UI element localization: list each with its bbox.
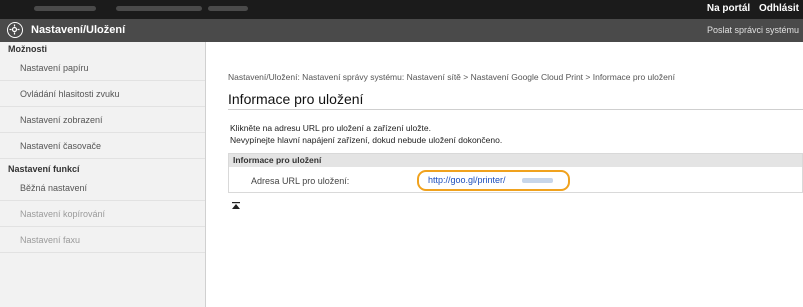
top-bar: Na portál Odhlásit [0, 0, 803, 19]
sidebar-item-common-settings[interactable]: Běžná nastavení [0, 175, 205, 201]
sidebar-item-paper-settings[interactable]: Nastavení papíru [0, 55, 205, 81]
page-title: Informace pro uložení [228, 91, 364, 107]
sidebar-item-volume-control[interactable]: Ovládání hlasitosti zvuku [0, 81, 205, 107]
title-divider [228, 109, 803, 110]
registration-url-link[interactable]: http://goo.gl/printer/ [428, 175, 506, 185]
redacted-text [34, 6, 96, 11]
main-content: Nastavení/Uložení: Nastavení správy syst… [206, 42, 803, 307]
sidebar-item-timer-settings[interactable]: Nastavení časovače [0, 133, 205, 159]
mail-admin-link[interactable]: Poslat správci systému [707, 25, 799, 35]
panel-header: Informace pro uložení [229, 154, 802, 167]
back-to-top-icon[interactable] [232, 202, 240, 210]
sidebar-item-display-settings[interactable]: Nastavení zobrazení [0, 107, 205, 133]
sidebar: Možnosti Nastavení papíru Ovládání hlasi… [0, 42, 206, 307]
instruction-line: Nevypínejte hlavní napájení zařízení, do… [230, 135, 503, 145]
registration-info-panel: Informace pro uložení Adresa URL pro ulo… [228, 153, 803, 193]
app-title: Nastavení/Uložení [31, 24, 126, 36]
sidebar-group-options: Možnosti [8, 44, 47, 54]
url-highlight: http://goo.gl/printer/ [417, 170, 570, 191]
title-bar: Nastavení/Uložení Poslat správci systému [0, 19, 803, 42]
top-links: Na portál Odhlásit [701, 3, 799, 14]
settings-gear-icon [7, 22, 23, 38]
url-label: Adresa URL pro uložení: [251, 176, 350, 186]
portal-link[interactable]: Na portál [707, 3, 750, 14]
logout-link[interactable]: Odhlásit [759, 3, 799, 14]
redacted-url-suffix [522, 178, 553, 183]
sidebar-item-copy-settings[interactable]: Nastavení kopírování [0, 201, 205, 227]
instruction-line: Klikněte na adresu URL pro uložení a zař… [230, 123, 431, 133]
sidebar-item-fax-settings[interactable]: Nastavení faxu [0, 227, 205, 253]
redacted-text [116, 6, 202, 11]
sidebar-group-function-settings: Nastavení funkcí [8, 164, 80, 174]
redacted-text [208, 6, 248, 11]
breadcrumb: Nastavení/Uložení: Nastavení správy syst… [228, 72, 675, 82]
